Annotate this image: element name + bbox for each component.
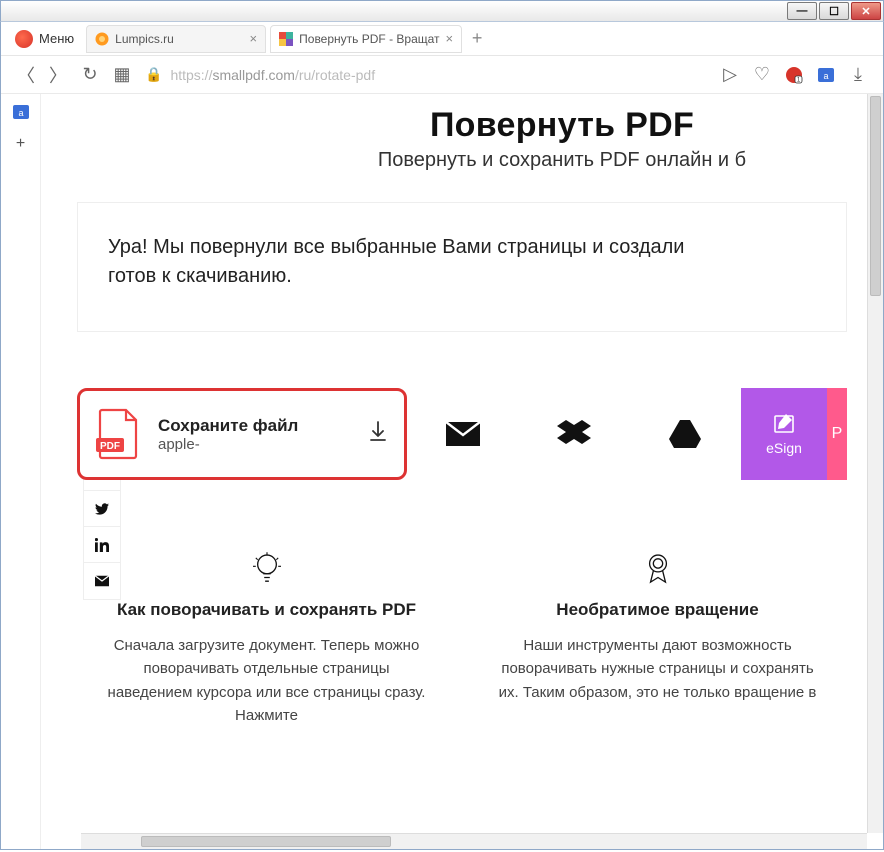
favicon-smallpdf	[279, 32, 293, 46]
vertical-scrollbar[interactable]	[867, 94, 883, 833]
action-bar: PDF Сохраните файл apple-	[77, 388, 847, 480]
tab-smallpdf[interactable]: Повернуть PDF - Вращат ×	[270, 25, 462, 53]
share-twitter-button[interactable]	[84, 491, 120, 527]
info-col-title: Необратимое вращение	[492, 600, 823, 620]
bookmark-button[interactable]: ♡	[753, 64, 771, 85]
esign-button[interactable]: eSign	[741, 388, 827, 480]
tab-bar: Меню Lumpics.ru × Повернуть PDF - Вращат…	[1, 22, 883, 56]
nav-forward-button[interactable]: 〉	[49, 62, 67, 88]
scroll-thumb[interactable]	[141, 836, 391, 847]
next-tool-partial[interactable]: P	[827, 388, 847, 480]
info-col-howto: Как поворачивать и сохранять PDF Сначала…	[101, 550, 432, 727]
url-host: smallpdf.com	[212, 67, 294, 83]
success-message: Ура! Мы повернули все выбранные Вами стр…	[108, 233, 816, 291]
tab-lumpics[interactable]: Lumpics.ru ×	[86, 25, 266, 53]
download-arrow-icon	[368, 420, 388, 448]
page-title: Повернуть PDF	[241, 106, 883, 145]
send-icon[interactable]: ▷	[721, 64, 739, 85]
info-col-body: Наши инструменты дают возможность повора…	[492, 634, 823, 704]
badge-icon	[492, 550, 823, 590]
download-filename: apple-	[158, 436, 350, 453]
tab-label: Повернуть PDF - Вращат	[299, 32, 439, 46]
lock-icon: 🔒	[145, 66, 162, 83]
svg-text:PDF: PDF	[100, 441, 120, 452]
opera-menu-button[interactable]: Меню	[7, 28, 82, 50]
lightbulb-icon	[101, 550, 432, 590]
email-share-button[interactable]	[407, 388, 518, 480]
tab-close-icon[interactable]: ×	[446, 31, 454, 46]
horizontal-scrollbar[interactable]	[81, 833, 867, 849]
info-col-permanent: Необратимое вращение Наши инструменты да…	[492, 550, 823, 727]
window-titlebar: — ☐ ✕	[0, 0, 884, 22]
url-input[interactable]: 🔒 https://smallpdf.com/ru/rotate-pdf	[145, 66, 707, 83]
page-subtitle: Повернуть и сохранить PDF онлайн и б	[241, 149, 883, 172]
url-path: /ru/rotate-pdf	[295, 67, 375, 83]
sidebar-translate-icon[interactable]: a	[11, 102, 31, 122]
window-maximize-button[interactable]: ☐	[819, 2, 849, 20]
info-col-body: Сначала загрузите документ. Теперь можно…	[101, 634, 432, 727]
page-content: Повернуть PDF Повернуть и сохранить PDF …	[41, 94, 883, 849]
esign-label: eSign	[766, 440, 802, 456]
downloads-button[interactable]: ⤓	[849, 64, 867, 85]
share-linkedin-button[interactable]	[84, 527, 120, 563]
result-panel: Ура! Мы повернули все выбранные Вами стр…	[77, 202, 847, 332]
tab-close-icon[interactable]: ×	[250, 31, 258, 46]
sidebar-add-button[interactable]: +	[11, 134, 31, 154]
pdf-file-icon: PDF	[96, 408, 140, 460]
extension-opera-icon[interactable]: 1	[785, 66, 803, 84]
window-close-button[interactable]: ✕	[851, 2, 881, 20]
share-email-button[interactable]	[84, 563, 120, 599]
opera-menu-label: Меню	[39, 31, 74, 46]
reload-button[interactable]: ↻	[81, 64, 99, 85]
window-minimize-button[interactable]: —	[787, 2, 817, 20]
speed-dial-button[interactable]: ▦	[113, 64, 131, 85]
svg-text:a: a	[18, 108, 23, 118]
scroll-thumb[interactable]	[870, 96, 881, 296]
download-file-button[interactable]: PDF Сохраните файл apple-	[77, 388, 407, 480]
dropbox-button[interactable]	[518, 388, 629, 480]
url-protocol: https://	[170, 67, 212, 83]
download-title: Сохраните файл	[158, 416, 350, 436]
extension-translate-icon[interactable]: a	[817, 66, 835, 84]
browser-sidebar: a +	[1, 94, 41, 849]
address-bar: 〈 〉 ↻ ▦ 🔒 https://smallpdf.com/ru/rotate…	[1, 56, 883, 94]
svg-text:a: a	[823, 71, 828, 81]
tab-label: Lumpics.ru	[115, 32, 174, 46]
nav-back-button[interactable]: 〈	[17, 62, 35, 88]
google-drive-button[interactable]	[630, 388, 741, 480]
new-tab-button[interactable]: +	[466, 28, 488, 50]
opera-icon	[15, 30, 33, 48]
info-col-title: Как поворачивать и сохранять PDF	[101, 600, 432, 620]
favicon-lumpics	[95, 32, 109, 46]
